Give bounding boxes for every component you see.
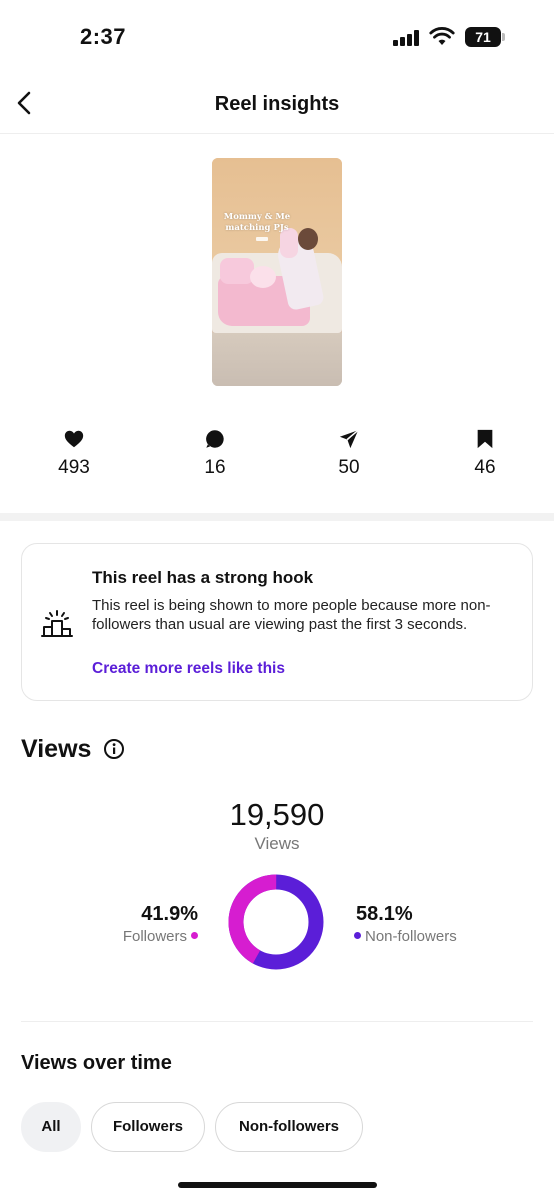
signal-icon xyxy=(393,30,419,46)
comment-icon xyxy=(206,430,224,448)
page-title: Reel insights xyxy=(214,93,340,115)
status-time: 2:37 xyxy=(80,24,127,49)
reel-caption-line1: Mommy & Me xyxy=(223,212,291,222)
create-more-reels-link[interactable]: Create more reels like this xyxy=(92,660,285,678)
filter-followers-chip[interactable]: Followers xyxy=(91,1102,205,1152)
battery-level: 71 xyxy=(465,27,501,47)
saves-count: 46 xyxy=(474,457,496,478)
engagement-stats: 493 16 50 46 xyxy=(0,428,554,488)
non-followers-label: Non-followers xyxy=(365,928,457,945)
home-indicator xyxy=(178,1182,377,1188)
non-followers-dot xyxy=(354,932,361,940)
total-views-label: Views xyxy=(254,834,300,853)
saves-stat: 46 xyxy=(445,428,525,479)
insight-card: This reel has a strong hook This reel is… xyxy=(21,543,533,701)
likes-count: 493 xyxy=(58,457,90,478)
insight-title: This reel has a strong hook xyxy=(92,568,314,587)
wifi-icon xyxy=(429,27,455,45)
shares-count: 50 xyxy=(338,457,360,478)
insight-body: This reel is being shown to more people … xyxy=(92,597,491,633)
reel-caption: Mommy & Me matching PJs xyxy=(222,212,292,234)
status-bar: 2:37 71 xyxy=(0,0,554,72)
likes-stat: 493 xyxy=(34,428,114,479)
followers-label: Followers xyxy=(122,928,187,945)
comments-stat: 16 xyxy=(175,428,255,479)
heart-icon xyxy=(64,430,84,448)
non-followers-percent: 58.1% xyxy=(356,903,413,925)
battery-icon: 71 xyxy=(465,27,505,47)
divider xyxy=(21,1021,533,1022)
comments-count: 16 xyxy=(204,457,226,478)
followers-percent: 41.9% xyxy=(141,903,198,925)
followers-legend: Followers xyxy=(70,928,198,945)
views-heading: Views xyxy=(21,735,92,763)
header: Reel insights xyxy=(0,72,554,134)
views-over-time-heading: Views over time xyxy=(21,1052,172,1074)
podium-icon xyxy=(41,610,73,637)
save-icon xyxy=(477,429,493,449)
reel-caption-line2: matching PJs xyxy=(225,223,289,233)
section-divider xyxy=(0,513,554,521)
info-icon[interactable] xyxy=(103,738,125,760)
reel-thumbnail[interactable]: Mommy & Me matching PJs xyxy=(212,158,342,386)
total-views: 19,590 xyxy=(229,797,325,832)
filter-non-followers-chip[interactable]: Non-followers xyxy=(215,1102,363,1152)
shares-stat: 50 xyxy=(309,428,389,479)
share-icon xyxy=(339,429,359,449)
views-donut-chart xyxy=(228,874,324,970)
non-followers-legend: Non-followers xyxy=(354,928,457,945)
filter-all-chip[interactable]: All xyxy=(21,1102,81,1152)
followers-dot xyxy=(191,932,198,940)
